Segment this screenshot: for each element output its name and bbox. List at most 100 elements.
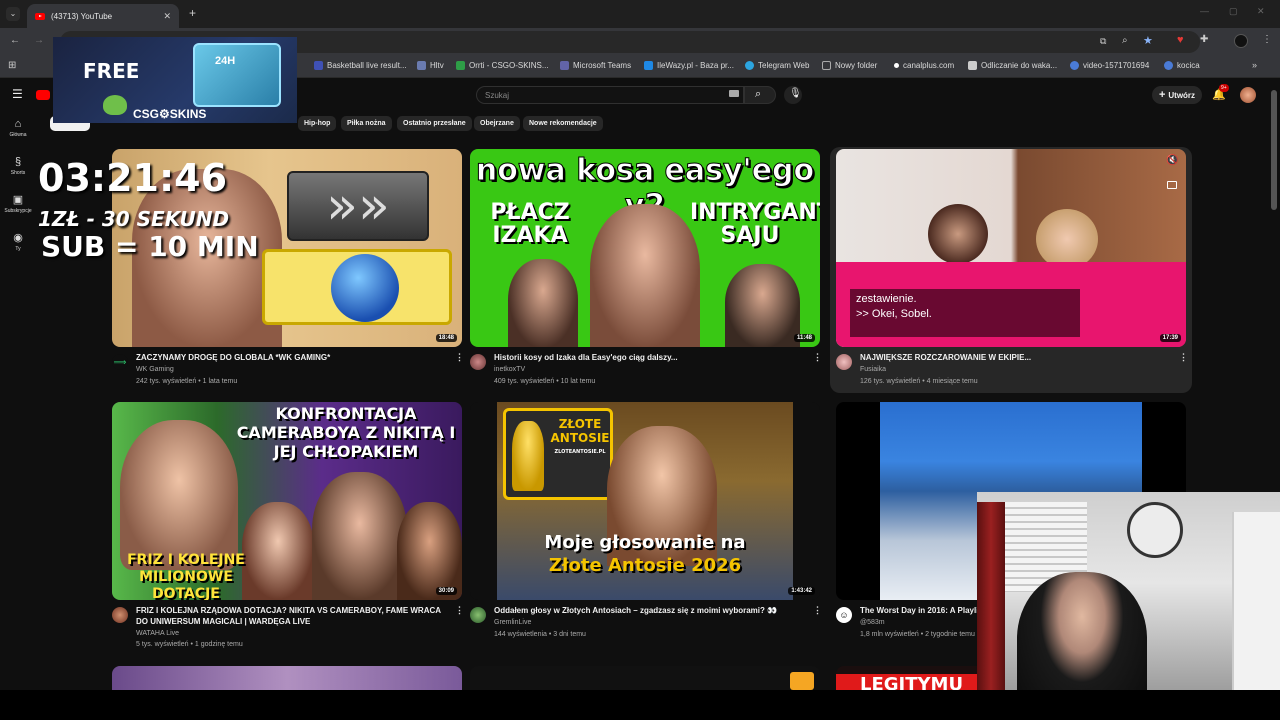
account-avatar[interactable]: [1240, 87, 1256, 103]
video-title[interactable]: FRIZ I KOLEJNA RZĄDOWA DOTACJA? NIKITA V…: [136, 605, 446, 627]
extension-red-icon[interactable]: ♥: [1177, 34, 1184, 46]
video-menu-icon[interactable]: ⋮: [1179, 352, 1188, 363]
bookmark-item[interactable]: IleWazy.pl - Baza pr...: [644, 61, 734, 70]
hamburger-menu-icon[interactable]: ☰: [12, 87, 23, 101]
video-thumbnail[interactable]: KONFRONTACJA CAMERABOYA Z NIKITĄ I JEJ C…: [112, 402, 462, 600]
video-menu-icon[interactable]: ⋮: [455, 352, 464, 363]
captions-icon[interactable]: [1167, 181, 1177, 189]
search-icon: ⌕: [755, 88, 762, 100]
bookmark-favicon-icon: [456, 61, 465, 70]
voice-search-button[interactable]: 🎙: [784, 86, 802, 104]
tab-youtube[interactable]: (43713) YouTube ✕: [27, 4, 179, 28]
video-stats: 126 tys. wyświetleń • 4 miesiące temu: [860, 378, 978, 385]
more-bookmarks-icon[interactable]: »: [1252, 60, 1257, 70]
chip-hip-hop[interactable]: Hip-hop: [298, 116, 337, 131]
tab-close-icon[interactable]: ✕: [163, 11, 171, 22]
video-duration: 1:43:42: [788, 587, 815, 595]
video-title[interactable]: Historii kosy od Izaka dla Easy'ego ciąg…: [494, 352, 794, 363]
video-menu-icon[interactable]: ⋮: [813, 605, 822, 616]
nav-shorts[interactable]: § Shorts: [0, 156, 36, 176]
video-duration: 18:48: [435, 334, 457, 342]
video-menu-icon[interactable]: ⋮: [813, 352, 822, 363]
profile-icon[interactable]: [1234, 34, 1248, 48]
bookmark-favicon-icon: [644, 61, 653, 70]
channel-avatar[interactable]: ☺: [836, 607, 852, 623]
close-window-icon[interactable]: ✕: [1257, 6, 1265, 17]
thumb-person: [590, 204, 700, 347]
zoom-icon[interactable]: ⌕: [1122, 35, 1128, 46]
channel-name[interactable]: WATAHA Live: [136, 628, 179, 639]
apps-icon[interactable]: ⊞: [8, 60, 16, 71]
channel-avatar[interactable]: [112, 607, 128, 623]
mute-icon[interactable]: 🔇: [1166, 155, 1178, 166]
new-tab-button[interactable]: +: [189, 6, 196, 20]
bookmark-item[interactable]: Microsoft Teams: [560, 61, 631, 70]
bookmark-item[interactable]: Hltv: [417, 61, 444, 70]
channel-avatar[interactable]: [470, 354, 486, 370]
thumb-bottom-line2: Złote Antosie 2026: [548, 555, 742, 576]
bookmark-item[interactable]: kocica: [1164, 61, 1200, 70]
channel-name[interactable]: GremlinLive: [494, 617, 531, 628]
channel-avatar[interactable]: ⟹: [112, 354, 128, 370]
bookmark-item[interactable]: video-1571701694: [1070, 61, 1149, 70]
video-title[interactable]: ZACZYNAMY DROGĘ DO GLOBALA *WK GAMING*: [136, 352, 436, 363]
video-duration: 11:48: [793, 334, 815, 342]
bookmark-item[interactable]: Orrti - CSGO-SKINS...: [456, 61, 549, 70]
punching-bag: [977, 502, 1005, 702]
bookmark-favicon-icon: [417, 61, 426, 70]
caption-line: zestawienie.: [856, 293, 917, 305]
bookmark-item[interactable]: Telegram Web: [745, 61, 809, 70]
video-menu-icon[interactable]: ⋮: [455, 605, 464, 616]
nav-home[interactable]: ⌂ Główna: [0, 118, 36, 138]
chip-nowe-rekomendacje[interactable]: Nowe rekomendacje: [523, 116, 603, 131]
bookmark-item[interactable]: Basketball live result...: [314, 61, 407, 70]
tab-title: (43713) YouTube: [51, 11, 113, 21]
bookmark-item[interactable]: Odliczanie do waka...: [968, 61, 1057, 70]
notification-badge: 9+: [1219, 84, 1229, 92]
thumb-headline: KONFRONTACJA CAMERABOYA Z NIKITĄ I JEJ C…: [236, 404, 456, 461]
video-title[interactable]: NAJWIĘKSZE ROZCZAROWANIE W EKIPIE...: [860, 352, 1160, 363]
video-thumbnail[interactable]: nowa kosa easy'ego v2 PŁACZ IZAKA INTRYG…: [470, 149, 820, 347]
channel-name[interactable]: WK Gaming: [136, 364, 174, 375]
channel-name[interactable]: @583m: [860, 617, 885, 628]
back-icon[interactable]: ←: [10, 35, 20, 46]
nav-you[interactable]: ◉ Ty: [0, 231, 36, 252]
thumb-image: ZŁOTE ANTOSIE ZLOTEANTOSIE.PL Moje głoso…: [497, 402, 793, 600]
menu-kebab-icon[interactable]: ⋮: [1262, 34, 1272, 45]
chip-ostatnio-przeslane[interactable]: Ostatnio przesłane: [397, 116, 472, 131]
chip-pilka-nozna[interactable]: Piłka nożna: [341, 116, 392, 131]
youtube-logo[interactable]: [36, 90, 50, 100]
video-title[interactable]: Oddałem głosy w Złotych Antosiach – zgad…: [494, 605, 794, 616]
nav-subscriptions[interactable]: ▣ Subskrypcje: [0, 193, 36, 214]
extensions-icon[interactable]: ✚: [1200, 34, 1208, 45]
thumb-right-caption: INTRYGANT SAJU: [690, 200, 820, 248]
video-stats: 5 tys. wyświetleń • 1 godzinę temu: [136, 641, 243, 648]
chip-obejrzane[interactable]: Obejrzane: [474, 116, 520, 131]
channel-name[interactable]: inetkoxTV: [494, 364, 525, 375]
promo-badge: 24H: [215, 55, 236, 67]
bottom-letterbox: [0, 690, 1280, 720]
tab-search-button[interactable]: ⌄: [6, 7, 20, 21]
create-button[interactable]: + Utwórz: [1152, 86, 1202, 104]
channel-avatar[interactable]: [836, 354, 852, 370]
bookmark-item[interactable]: canalplus.com: [894, 61, 954, 70]
caption-box: zestawienie. >> Okei, Sobel.: [850, 289, 1080, 337]
case-box-icon: 24H: [193, 43, 281, 107]
page-scrollbar[interactable]: [1271, 90, 1277, 210]
bookmark-star-icon[interactable]: ★: [1143, 34, 1153, 47]
cast-icon[interactable]: ⧉: [1100, 36, 1106, 47]
bookmark-item[interactable]: Nowy folder: [822, 61, 877, 70]
keyboard-icon[interactable]: [729, 90, 739, 97]
shelf: [1232, 512, 1280, 712]
maximize-icon[interactable]: ▢: [1229, 6, 1238, 17]
video-stats: 1,8 mln wyświetleń • 2 tygodnie temu: [860, 631, 975, 638]
search-button[interactable]: ⌕: [744, 86, 776, 104]
channel-avatar[interactable]: [470, 607, 486, 623]
forward-icon[interactable]: →: [34, 35, 44, 46]
minimize-icon[interactable]: —: [1200, 6, 1209, 16]
global-elite-badge: [262, 249, 452, 325]
channel-name[interactable]: Fusiaika: [860, 364, 886, 375]
video-thumbnail[interactable]: ZŁOTE ANTOSIE ZLOTEANTOSIE.PL Moje głoso…: [470, 402, 820, 600]
search-input[interactable]: Szukaj: [476, 86, 744, 104]
video-thumbnail[interactable]: zestawienie. >> Okei, Sobel. 🔇 17:39: [836, 149, 1186, 347]
